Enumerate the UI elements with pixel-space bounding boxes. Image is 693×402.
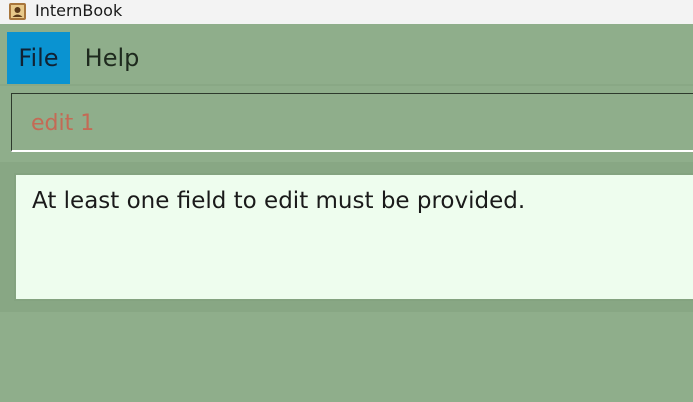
menu-divider xyxy=(0,84,693,86)
command-input-value: edit 1 xyxy=(31,111,95,136)
command-input[interactable]: edit 1 xyxy=(11,93,693,152)
result-panel: At least one field to edit must be provi… xyxy=(0,162,693,312)
menu-file[interactable]: File xyxy=(7,32,70,84)
menu-help[interactable]: Help xyxy=(76,32,148,84)
address-book-icon xyxy=(9,3,26,20)
menu-bar: File Help xyxy=(0,32,693,84)
window-title: InternBook xyxy=(35,1,123,20)
result-display: At least one field to edit must be provi… xyxy=(16,175,693,299)
title-bar: InternBook xyxy=(0,0,693,24)
result-message: At least one field to edit must be provi… xyxy=(32,188,526,214)
